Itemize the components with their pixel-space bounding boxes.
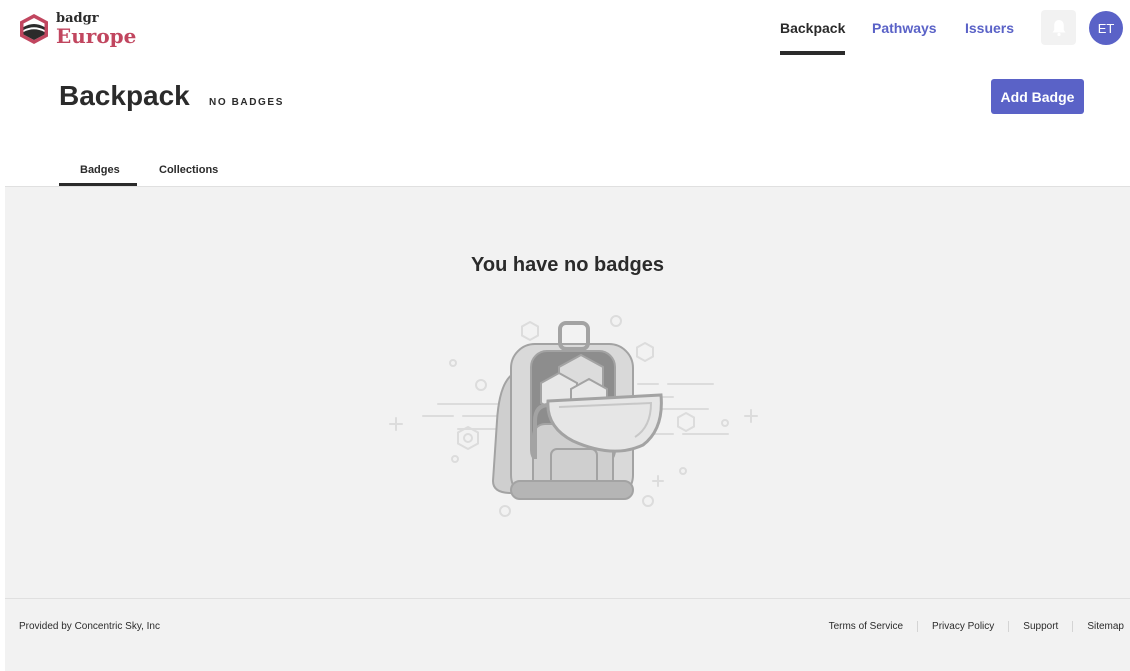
nav-pathways[interactable]: Pathways: [872, 20, 937, 36]
page-footer: Provided by Concentric Sky, Inc Terms of…: [5, 598, 1130, 671]
tab-collections[interactable]: Collections: [159, 164, 218, 176]
user-avatar[interactable]: ET: [1089, 11, 1123, 45]
notifications-button[interactable]: [1041, 10, 1076, 45]
top-header: badgr Europe Backpack Pathways Issuers E…: [0, 0, 1130, 66]
badgr-logo-icon: [20, 14, 48, 44]
nav-active-indicator: [780, 51, 845, 55]
empty-state-title: You have no badges: [471, 254, 664, 276]
footer-link-support[interactable]: Support: [1008, 621, 1072, 632]
footer-link-privacy[interactable]: Privacy Policy: [917, 621, 1008, 632]
badges-empty-area: You have no badges: [5, 187, 1130, 598]
footer-link-terms[interactable]: Terms of Service: [815, 621, 917, 632]
brand-logo[interactable]: badgr Europe: [18, 12, 136, 46]
page-title: Backpack: [59, 80, 190, 111]
footer-provider: Provided by Concentric Sky, Inc: [19, 621, 160, 632]
bell-icon: [1052, 19, 1065, 36]
empty-backpack-icon: [389, 315, 758, 517]
brand-name-large: Europe: [56, 24, 137, 48]
add-badge-button[interactable]: Add Badge: [991, 79, 1084, 114]
nav-issuers[interactable]: Issuers: [965, 20, 1014, 36]
footer-link-sitemap[interactable]: Sitemap: [1072, 621, 1124, 632]
nav-backpack[interactable]: Backpack: [780, 20, 845, 36]
footer-links: Terms of Service Privacy Policy Support …: [815, 621, 1124, 632]
tab-badges[interactable]: Badges: [80, 164, 120, 176]
badge-count-label: NO BADGES: [209, 97, 284, 108]
